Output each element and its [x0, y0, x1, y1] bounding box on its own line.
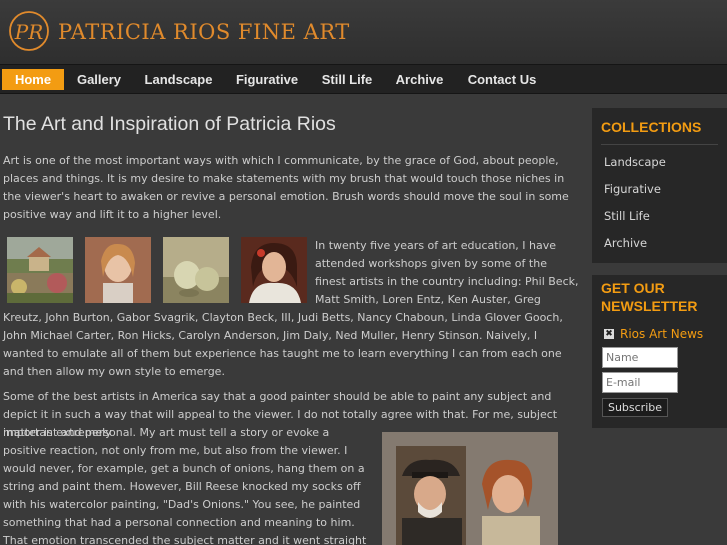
nav-contact-us[interactable]: Contact Us: [464, 69, 540, 90]
collection-link-still-life[interactable]: Still Life: [592, 203, 727, 230]
subscribe-button[interactable]: Subscribe: [602, 398, 668, 417]
newsletter-box: GET OUR NEWSLETTER ✖ Rios Art News Subsc…: [592, 275, 727, 428]
main-content: The Art and Inspiration of Patricia Rios…: [0, 100, 580, 545]
collection-link-figurative[interactable]: Figurative: [592, 176, 727, 203]
rss-label: Rios Art News: [620, 327, 704, 341]
site-title[interactable]: PATRICIA RIOS FINE ART: [58, 20, 350, 44]
nav-archive[interactable]: Archive: [392, 69, 447, 90]
main-nav: Home Gallery Landscape Figurative Still …: [0, 64, 727, 94]
artist-photo[interactable]: [382, 432, 558, 545]
logo-icon[interactable]: PR: [7, 9, 51, 53]
name-field[interactable]: [602, 347, 678, 368]
sidebar: COLLECTIONS Landscape Figurative Still L…: [592, 108, 727, 428]
rss-link[interactable]: ✖ Rios Art News: [592, 321, 727, 343]
collection-link-landscape[interactable]: Landscape: [592, 149, 727, 176]
nav-figurative[interactable]: Figurative: [232, 69, 302, 90]
subject-paragraph-bottom: important and personal. My art must tell…: [3, 426, 367, 545]
nav-gallery[interactable]: Gallery: [72, 69, 126, 90]
collections-title: COLLECTIONS: [601, 119, 702, 135]
education-paragraph: In twenty five years of art education, I…: [3, 237, 579, 381]
nav-still-life[interactable]: Still Life: [318, 69, 376, 90]
collections-box: COLLECTIONS Landscape Figurative Still L…: [592, 108, 727, 263]
page-title: The Art and Inspiration of Patricia Rios: [3, 113, 336, 135]
rss-icon: ✖: [604, 329, 614, 339]
email-field[interactable]: [602, 372, 678, 393]
logo-monogram: PR: [14, 20, 44, 44]
nav-landscape[interactable]: Landscape: [141, 69, 216, 90]
site-header: PR PATRICIA RIOS FINE ART: [0, 0, 727, 64]
intro-paragraph: Art is one of the most important ways wi…: [3, 154, 569, 221]
nav-home[interactable]: Home: [2, 69, 64, 90]
collection-link-archive[interactable]: Archive: [592, 230, 727, 257]
newsletter-title: GET OUR NEWSLETTER: [601, 280, 698, 314]
